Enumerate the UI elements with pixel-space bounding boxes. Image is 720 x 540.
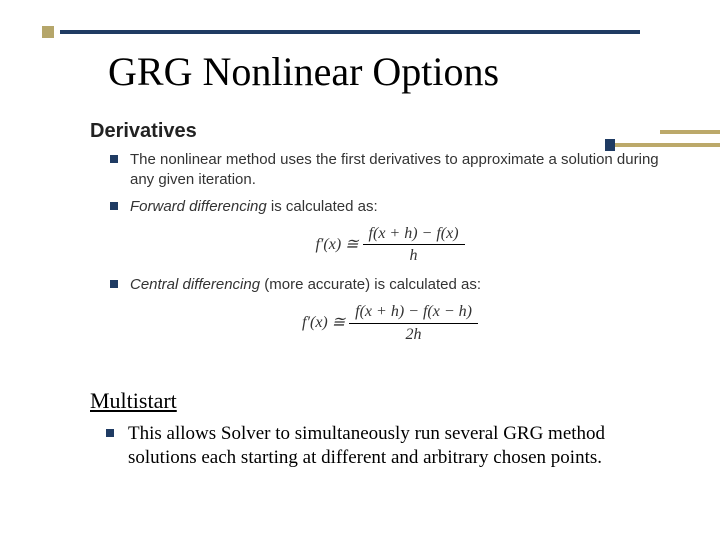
- emphasis-text: Central differencing: [130, 276, 260, 293]
- title-underline-bar: [60, 30, 640, 34]
- square-bullet-icon: [110, 202, 118, 210]
- bullet-text: This allows Solver to simultaneously run…: [128, 423, 605, 468]
- multistart-content: This allows Solver to simultaneously run…: [128, 422, 648, 470]
- fraction: f(x + h) − f(x − h) 2h: [349, 301, 478, 345]
- denominator: 2h: [349, 324, 478, 346]
- numerator: f(x + h) − f(x − h): [349, 301, 478, 324]
- bullet-item: The nonlinear method uses the first deri…: [110, 150, 670, 191]
- formula-lhs: f′(x) ≅: [315, 236, 362, 253]
- bullet-text: The nonlinear method uses the first deri…: [130, 151, 659, 188]
- numerator: f(x + h) − f(x): [363, 223, 465, 246]
- page-title: GRG Nonlinear Options: [108, 48, 499, 95]
- square-bullet-icon: [106, 429, 114, 437]
- fraction: f(x + h) − f(x) h: [363, 223, 465, 267]
- formula-lhs: f′(x) ≅: [302, 314, 349, 331]
- derivatives-content: The nonlinear method uses the first deri…: [110, 150, 670, 353]
- formula-central-differencing: f′(x) ≅ f(x + h) − f(x − h) 2h: [110, 301, 670, 345]
- section-heading-derivatives: Derivatives: [90, 120, 197, 143]
- bullet-text: is calculated as:: [267, 198, 378, 215]
- decorative-corner-square: [42, 26, 54, 38]
- bullet-text: (more accurate) is calculated as:: [260, 276, 481, 293]
- square-bullet-icon: [110, 155, 118, 163]
- bullet-item: Central differencing (more accurate) is …: [110, 275, 670, 295]
- section-heading-multistart: Multistart: [90, 388, 177, 414]
- bullet-item: Forward differencing is calculated as:: [110, 197, 670, 217]
- square-bullet-icon: [110, 280, 118, 288]
- denominator: h: [363, 245, 465, 267]
- formula-forward-differencing: f′(x) ≅ f(x + h) − f(x) h: [110, 223, 670, 267]
- emphasis-text: Forward differencing: [130, 198, 267, 215]
- decorative-accent-bar: [615, 143, 720, 147]
- decorative-accent-bar: [660, 130, 720, 134]
